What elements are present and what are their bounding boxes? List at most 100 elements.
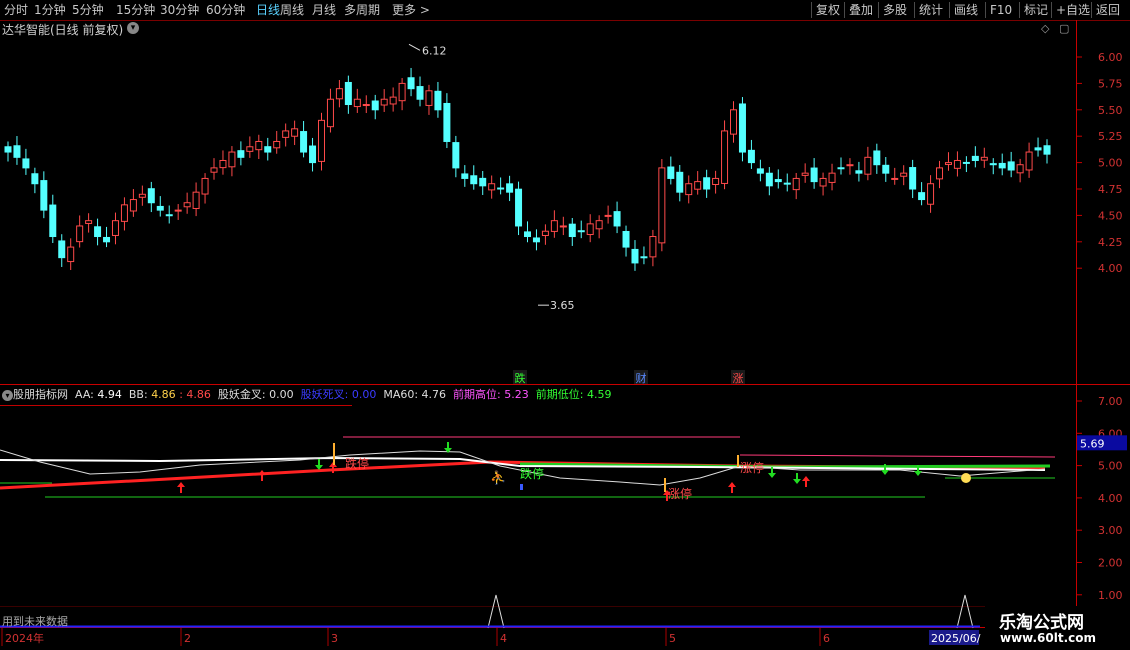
candle-body [138, 193, 146, 198]
runner-icon: ⛹ [490, 469, 506, 486]
watermark-url: www.60lt.com [1000, 631, 1097, 645]
price-tick-label: 5.25 [1098, 130, 1123, 143]
candle-body [344, 81, 352, 106]
candle-body [1007, 161, 1015, 171]
candle-body [228, 151, 236, 168]
prior-low-value: 4.59 [586, 388, 612, 401]
indicator-panel: 7.006.005.004.003.002.001.005.69跌停跌停涨停涨停… [0, 395, 1127, 629]
candle-body [649, 236, 657, 258]
candle-body [210, 167, 218, 173]
sub-highlight-label: 5.69 [1080, 437, 1105, 450]
date-label: 6 [823, 632, 830, 645]
candle-body [846, 164, 854, 167]
candle-body [998, 162, 1006, 169]
candle-body [882, 164, 890, 174]
candle-body [58, 240, 66, 259]
aa-value: 4.94 [97, 388, 122, 401]
date-label: 3 [331, 632, 338, 645]
future-data-note: 用到未来数据 [2, 615, 68, 628]
candle-body [129, 199, 137, 212]
candle-body [416, 86, 424, 100]
candle-body [237, 150, 245, 158]
indicator-menu-icon[interactable]: ▾ [2, 389, 13, 401]
event-marker-event_cai: 财 [636, 371, 647, 385]
candle-body [120, 204, 128, 222]
candle-body [980, 156, 988, 161]
event-marker-event_die: 跌 [515, 371, 526, 385]
sub-tick-label: 4.00 [1098, 492, 1123, 505]
candle-body [192, 191, 200, 209]
candle-body [515, 188, 523, 227]
candle-body [783, 182, 791, 185]
candle-body [640, 256, 648, 259]
candle-body [953, 159, 961, 169]
candle-body [658, 167, 666, 244]
candle-body [470, 175, 478, 185]
candle-body [291, 128, 299, 137]
signal-arrow-up [177, 482, 185, 493]
candle-body [488, 183, 496, 191]
candle-body [22, 158, 30, 169]
signal-arrow-up [728, 482, 736, 493]
candle-body [712, 177, 720, 186]
candle-body [703, 177, 711, 190]
candle-body [837, 167, 845, 170]
signal-arrow-down [315, 459, 323, 470]
candle-body [49, 204, 57, 238]
candle-body [1025, 151, 1033, 171]
sub-tick-label: 3.00 [1098, 524, 1123, 537]
candle-body [282, 130, 290, 138]
candle-body [738, 103, 746, 153]
candle-body [613, 211, 621, 227]
candle-body [76, 225, 84, 243]
signal-arrow-up [802, 476, 810, 487]
low-label: 3.65 [550, 299, 575, 312]
death-cross-value: 0.00 [351, 388, 377, 401]
candle-body [685, 183, 693, 196]
extra-value: : 4.86 [179, 388, 211, 401]
candle-body [40, 180, 48, 211]
candle-body [828, 172, 836, 183]
candle-body [989, 163, 997, 166]
date-axis: 2024年 2 3 4 5 6 2025/06/ [1, 628, 981, 646]
candle-body [756, 168, 764, 174]
candle-body [443, 102, 451, 142]
candle-body [792, 177, 800, 191]
candle-body [721, 130, 729, 184]
signal-text: 涨停 [668, 486, 692, 501]
candle-body [944, 162, 952, 165]
ma60-label: MA60: [383, 388, 419, 401]
candle-body [174, 209, 182, 212]
price-tick-label: 5.50 [1098, 104, 1123, 117]
sub-tick-label: 2.00 [1098, 557, 1123, 570]
candle-body [85, 220, 93, 224]
candle-body [452, 142, 460, 169]
bb-label: BB: [128, 388, 148, 401]
signal-arrow-down [793, 473, 801, 484]
candle-body [434, 90, 442, 111]
candle-body [927, 183, 935, 205]
candle-body [1016, 164, 1024, 174]
candle-body [273, 140, 281, 149]
prior-high-value: 5.23 [504, 388, 529, 401]
event-marker-event_zhang: 涨 [733, 372, 744, 385]
candle-body [183, 202, 191, 208]
candle-body [353, 98, 361, 108]
price-tick-label: 5.00 [1098, 157, 1123, 170]
candle-body [497, 187, 505, 190]
gold-cross-value: 0.00 [269, 388, 294, 401]
date-label: 2024年 [5, 631, 44, 645]
candle-body [201, 177, 209, 195]
price-tick-label: 6.00 [1098, 51, 1123, 64]
candle-body [147, 188, 155, 204]
candle-body [918, 192, 926, 201]
prior-high-line-2 [739, 454, 1056, 458]
candle-body [1043, 145, 1051, 155]
candle-body [855, 170, 863, 174]
candle-body [389, 96, 397, 105]
candle-body [595, 220, 603, 230]
candle-body [461, 173, 469, 179]
candle-body [747, 149, 755, 164]
signal-text: 跌停 [520, 466, 544, 481]
candle-body [4, 146, 12, 153]
